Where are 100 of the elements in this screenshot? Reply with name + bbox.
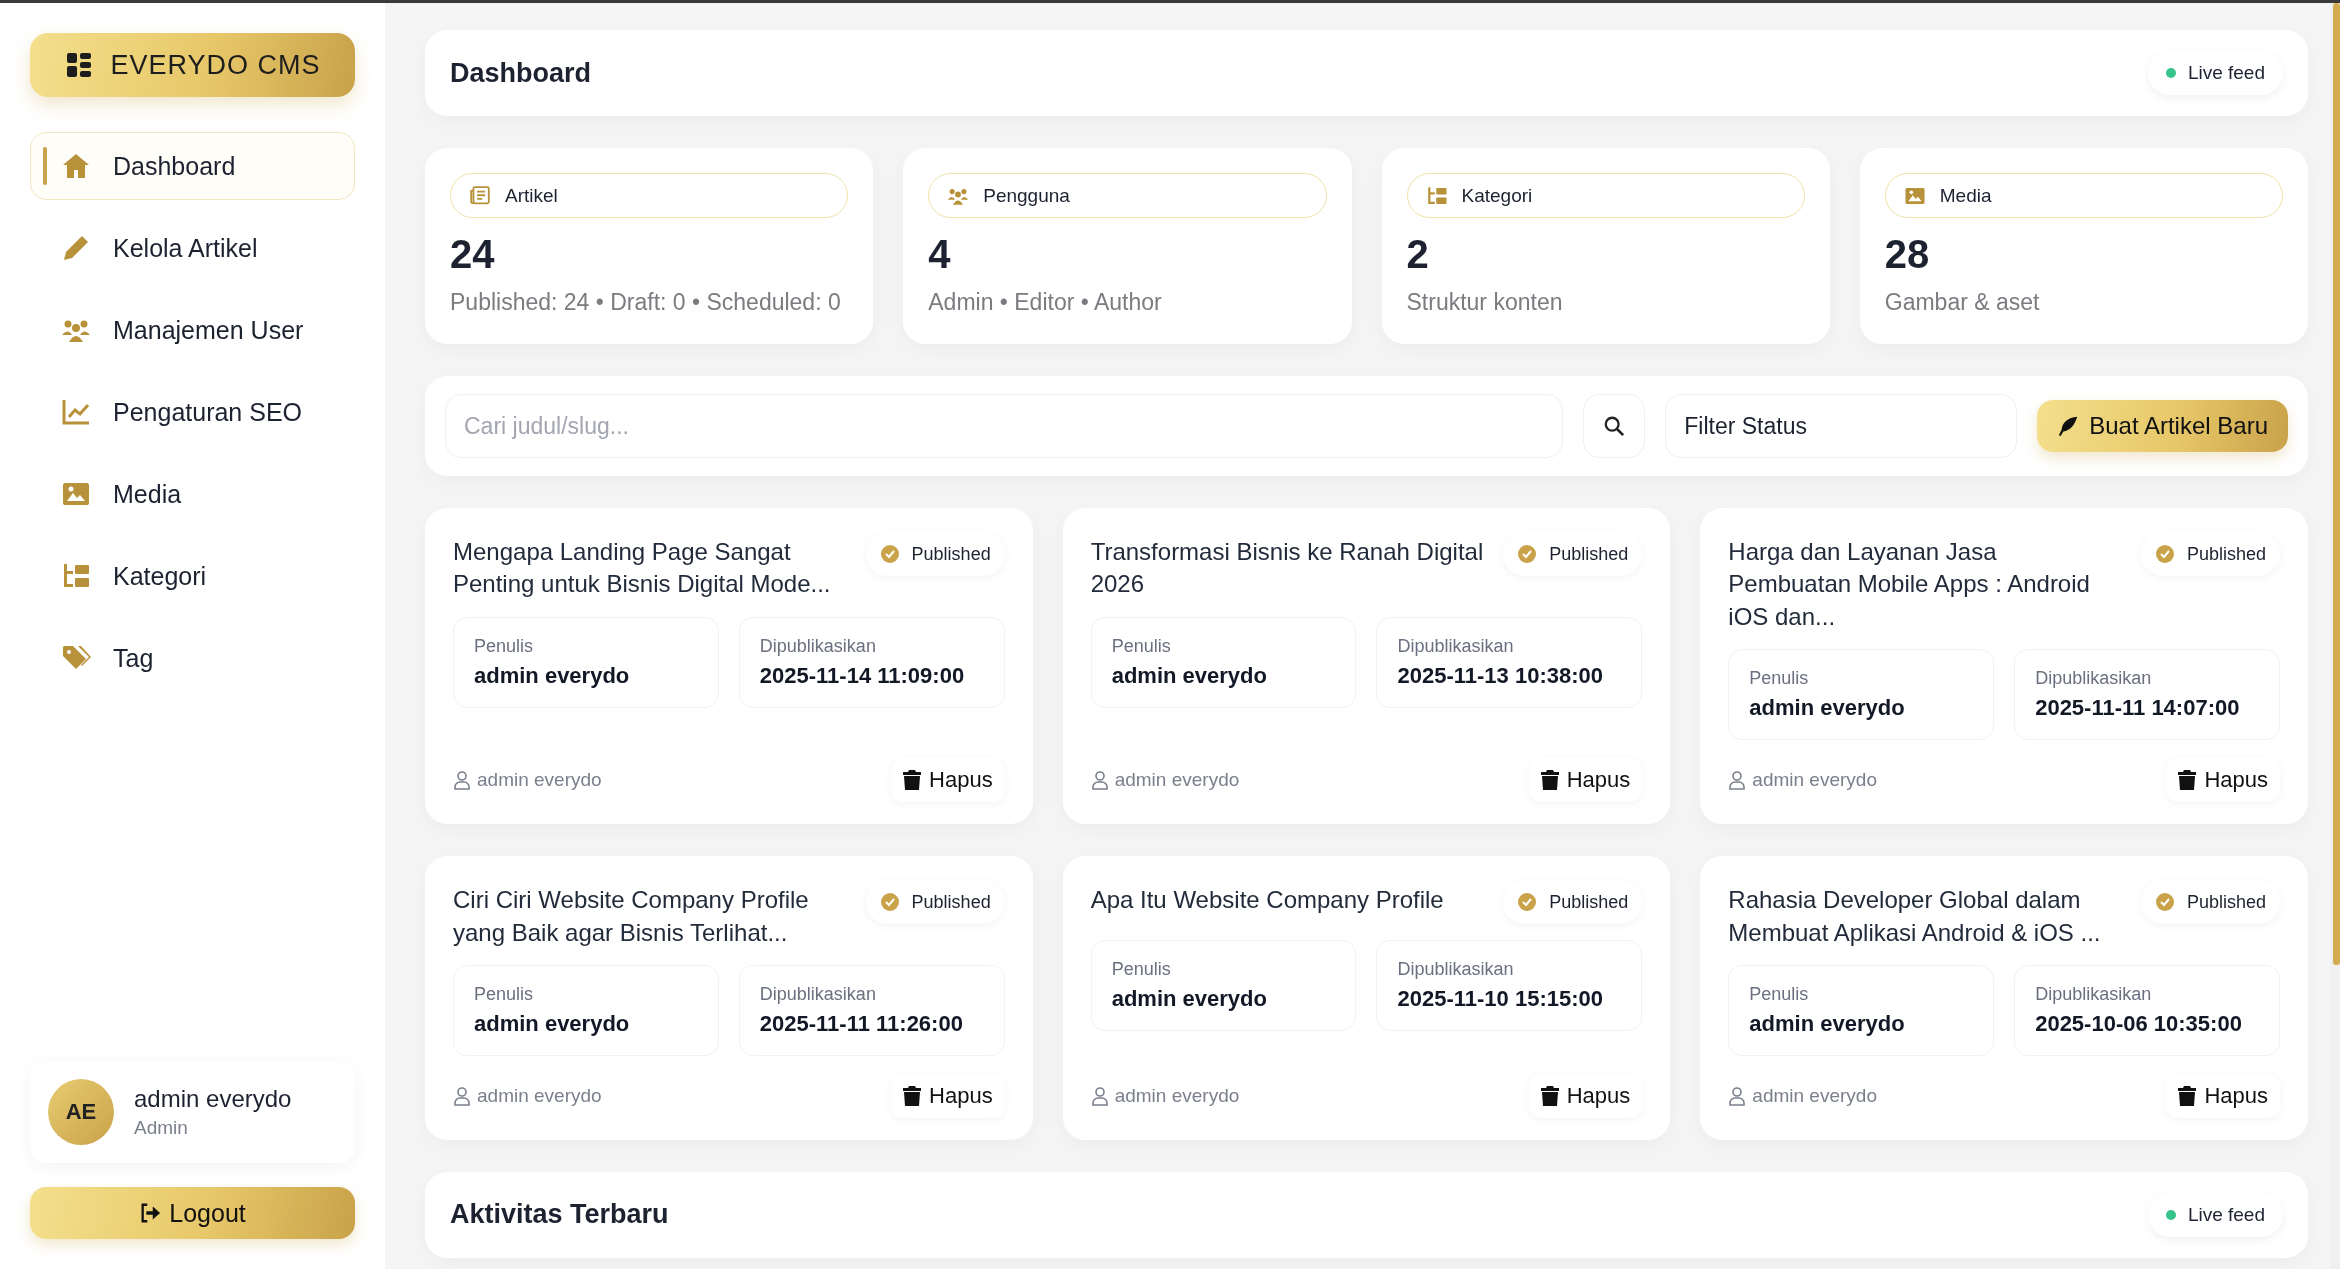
author-label: Penulis	[1111, 635, 1172, 657]
date-value: 2025-11-11 14:07:00	[2035, 695, 2241, 722]
folder-tree-icon	[1425, 184, 1448, 207]
pencil-icon	[61, 233, 91, 263]
delete-button[interactable]: Hapus	[2166, 1073, 2280, 1118]
nav-item[interactable]: Dashboard	[30, 132, 355, 200]
delete-button[interactable]: Hapus	[1528, 1073, 1643, 1118]
check-icon	[879, 544, 900, 564]
stat-value: 2	[1406, 232, 1430, 277]
check-icon	[1517, 544, 1538, 564]
nav-item[interactable]: Kategori	[30, 542, 355, 610]
date-value: 2025-11-10 15:15:00	[1397, 986, 1604, 1013]
stat-label: Kategori	[1461, 184, 1533, 207]
trash-icon	[903, 1084, 922, 1107]
nav-item[interactable]: Kelola Artikel	[30, 214, 355, 282]
check-icon	[879, 892, 900, 913]
date-value: 2025-10-06 10:35:00	[2035, 1010, 2243, 1037]
new-article-button[interactable]: Buat Artikel Baru	[2037, 400, 2288, 452]
user-icon	[453, 1085, 471, 1106]
stat-detail: Struktur konten	[1406, 289, 1564, 316]
author-label: Penulis	[474, 983, 535, 1005]
search-icon	[1603, 415, 1626, 437]
newspaper-icon	[469, 184, 491, 207]
article-title: Mengapa Landing Page Sangat Penting untuk Bisnis Digital Mode...	[453, 537, 832, 600]
nav-item[interactable]: Pengaturan SEO	[30, 378, 355, 446]
check-icon	[1517, 892, 1538, 913]
author-value: admin everydo	[1749, 1010, 1906, 1037]
user-icon	[1728, 770, 1747, 791]
user-role: Admin	[134, 1117, 189, 1139]
stat-label: Pengguna	[983, 184, 1070, 207]
byline-author: admin everydo	[1752, 1084, 1877, 1107]
nav-item[interactable]: Manajemen User	[30, 296, 355, 364]
stat-detail: Gambar & aset	[1884, 289, 2041, 316]
stat-detail: Published: 24 • Draft: 0 • Scheduled: 0	[450, 289, 842, 316]
user-icon	[453, 770, 471, 791]
author-value: admin everydo	[1111, 662, 1268, 689]
logout-button[interactable]: Logout	[30, 1187, 355, 1239]
author-label: Penulis	[474, 635, 535, 657]
brand-button[interactable]: EVERYDO CMS	[30, 33, 355, 97]
nav-item[interactable]: Media	[30, 460, 355, 528]
stat-value: 28	[1884, 232, 1931, 277]
date-label: Dipublikasikan	[759, 983, 877, 1005]
status-label: Published	[911, 891, 991, 913]
delete-button[interactable]: Hapus	[2166, 758, 2280, 803]
status-dot	[2165, 1209, 2176, 1220]
search-field[interactable]: Cari judul/slug...	[445, 394, 1564, 458]
article-title: Transformasi Bisnis ke Ranah Digital 2026	[1090, 537, 1485, 600]
status-dot	[2165, 68, 2176, 78]
check-icon	[2154, 892, 2175, 913]
byline-author: admin everydo	[477, 769, 602, 792]
byline-author: admin everydo	[477, 1084, 602, 1107]
line-chart-icon	[61, 397, 91, 427]
article-title: Apa Itu Website Company Profile	[1090, 885, 1444, 916]
search-button[interactable]	[1583, 394, 1646, 458]
article-title: Ciri Ciri Website Company Profile yang Baik agar Bisnis Terlihat...	[453, 885, 810, 948]
nav-item[interactable]: Tag	[30, 624, 355, 692]
author-label: Penulis	[1111, 959, 1172, 981]
live-feed-label: Live feed	[2187, 1203, 2265, 1226]
date-value: 2025-11-11 11:26:00	[759, 1010, 964, 1037]
date-value: 2025-11-13 10:38:00	[1397, 662, 1604, 689]
author-value: admin everydo	[1111, 986, 1268, 1013]
date-label: Dipublikasikan	[1397, 959, 1515, 981]
trash-icon	[2178, 769, 2197, 792]
scrollbar-thumb[interactable]	[2333, 3, 2340, 966]
user-icon	[1090, 1085, 1109, 1106]
delete-button[interactable]: Hapus	[891, 758, 1005, 803]
author-label: Penulis	[1749, 668, 1810, 690]
user-name: admin everydo	[134, 1085, 292, 1113]
byline-author: admin everydo	[1752, 769, 1877, 792]
author-label: Penulis	[1749, 983, 1810, 1005]
feather-icon	[2057, 415, 2080, 437]
stat-label: Artikel	[505, 184, 558, 207]
article-title: Harga dan Layanan Jasa Pembuatan Mobile Apps : Android iOS dan...	[1728, 537, 2091, 632]
status-label: Published	[911, 543, 991, 565]
author-value: admin everydo	[1749, 695, 1906, 722]
trash-icon	[1540, 1084, 1559, 1107]
delete-button[interactable]: Hapus	[1528, 758, 1643, 803]
live-feed-label: Live feed	[2187, 62, 2265, 84]
trash-icon	[1540, 769, 1559, 792]
section-title: Aktivitas Terbaru	[450, 1199, 669, 1231]
trash-icon	[2178, 1084, 2197, 1107]
stat-value: 4	[928, 232, 952, 277]
date-label: Dipublikasikan	[1397, 635, 1515, 657]
filter-dropdown[interactable]: Filter Status	[1665, 394, 2018, 458]
user-icon	[1090, 770, 1109, 791]
date-value: 2025-11-14 11:09:00	[759, 662, 966, 689]
check-icon	[2154, 544, 2175, 564]
delete-button[interactable]: Hapus	[891, 1073, 1005, 1118]
stat-detail: Admin • Editor • Author	[928, 289, 1163, 316]
logout-icon	[139, 1202, 162, 1224]
article-title: Rahasia Developer Global dalam Membuat Aplikasi Android & iOS ...	[1728, 885, 2102, 948]
date-label: Dipublikasikan	[2035, 983, 2153, 1005]
trash-icon	[903, 769, 922, 792]
house-icon	[61, 151, 91, 181]
status-label: Published	[2186, 891, 2266, 913]
status-label: Published	[1549, 543, 1629, 565]
stat-label: Media	[1939, 184, 1992, 207]
byline-author: admin everydo	[1114, 1084, 1240, 1107]
status-label: Published	[1549, 891, 1629, 913]
brand-title: EVERYDO CMS	[110, 49, 321, 81]
